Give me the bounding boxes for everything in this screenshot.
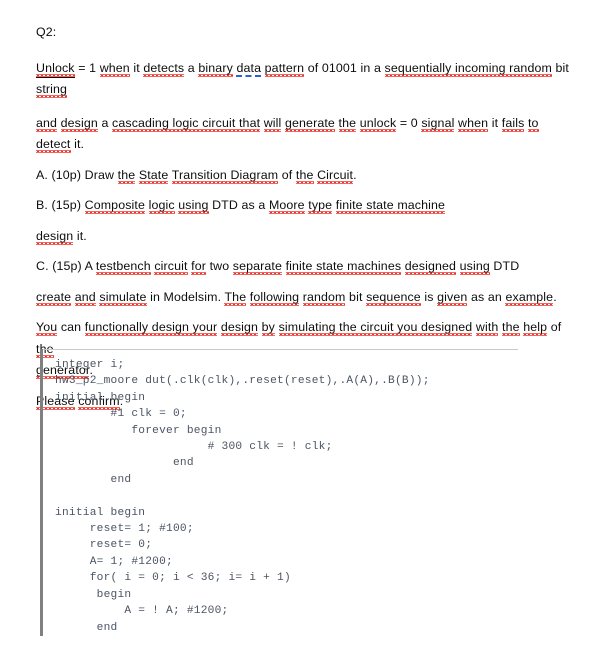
text-run: . bbox=[353, 167, 357, 182]
text-run: detects bbox=[143, 60, 185, 75]
text-run: C. (15p) A bbox=[36, 259, 96, 273]
text-run: example bbox=[505, 289, 554, 304]
text-run: binary bbox=[198, 60, 233, 75]
text-run: using bbox=[459, 259, 490, 273]
text-run: the bbox=[117, 167, 136, 182]
text-run: logic bbox=[148, 198, 175, 212]
p-create: create and simulate in Modelsim. The fol… bbox=[36, 287, 576, 309]
text-run: Moore bbox=[268, 198, 305, 212]
text-run: help bbox=[523, 320, 548, 334]
text-run: create bbox=[36, 289, 72, 304]
p-b: B. (15p) Composite logic using DTD as a … bbox=[36, 195, 576, 217]
text-run: it bbox=[488, 115, 502, 130]
text-run: and bbox=[36, 115, 58, 130]
text-run: as an bbox=[467, 289, 506, 304]
text-run: of bbox=[278, 167, 296, 182]
p-unlock: Unlock = 1 when it detects a binary data… bbox=[36, 58, 576, 80]
text-run: fails bbox=[501, 115, 525, 130]
text-run: = 1 bbox=[74, 60, 100, 75]
text-run: with bbox=[475, 320, 499, 334]
text-run: design bbox=[220, 320, 259, 334]
text-run: by bbox=[261, 320, 275, 334]
text-run: sequence bbox=[366, 289, 421, 304]
text-run: functionally design your bbox=[84, 320, 218, 334]
text-run: is bbox=[420, 289, 438, 304]
text-run: finite state machines bbox=[285, 259, 402, 273]
text-run: simulate bbox=[99, 289, 147, 304]
text-run: a bbox=[184, 60, 199, 75]
text-run: it. bbox=[73, 228, 87, 243]
text-run: type bbox=[308, 198, 333, 212]
question-label: Q2: bbox=[36, 25, 57, 39]
text-run: generate bbox=[285, 115, 335, 130]
text-run: when bbox=[458, 115, 489, 130]
text-run: DTD as a bbox=[208, 198, 269, 212]
p-c: C. (15p) A testbench circuit for two sep… bbox=[36, 256, 576, 278]
text-run: pattern bbox=[264, 60, 305, 75]
text-run: of 01001 in a bbox=[304, 60, 385, 75]
text-run: for bbox=[191, 259, 206, 273]
text-run: when bbox=[99, 60, 130, 75]
text-run: designed bbox=[404, 259, 457, 273]
text-run: sequentially incoming random bbox=[384, 60, 552, 75]
text-run: data bbox=[236, 60, 262, 77]
text-run: in Modelsim. bbox=[146, 289, 225, 304]
text-run: The bbox=[224, 289, 247, 304]
text-run: a bbox=[97, 115, 113, 130]
p-string: string bbox=[36, 79, 576, 101]
p-a: A. (10p) Draw the State Transition Diagr… bbox=[36, 165, 576, 187]
text-run: DTD bbox=[489, 259, 520, 273]
p-design-it: design it. bbox=[36, 226, 576, 248]
document-page: Q2: Unlock = 1 when it detects a binary … bbox=[0, 0, 606, 671]
text-run: the bbox=[502, 320, 520, 334]
text-run: using bbox=[178, 198, 209, 212]
text-run: to bbox=[527, 115, 539, 130]
text-run: State bbox=[138, 167, 169, 182]
text-run: You bbox=[36, 320, 58, 334]
text-run: circuit bbox=[154, 259, 188, 273]
text-run: random bbox=[302, 289, 346, 304]
text-run: simulating the circuit you designed bbox=[278, 320, 473, 334]
text-run: the bbox=[338, 115, 357, 130]
text-run: following bbox=[249, 289, 300, 304]
text-run: cascading logic circuit that bbox=[112, 115, 261, 130]
text-run: signal bbox=[421, 115, 455, 130]
text-run: design bbox=[36, 228, 74, 243]
text-run: it bbox=[129, 60, 144, 75]
text-run: unlock bbox=[359, 115, 397, 130]
text-run: Composite bbox=[84, 198, 145, 212]
text-run: Transition Diagram bbox=[171, 167, 279, 182]
text-run: string bbox=[36, 82, 68, 96]
text-run: Circuit bbox=[317, 167, 354, 182]
text-run: and bbox=[74, 289, 96, 304]
text-run: will bbox=[263, 115, 282, 130]
text-run: detect bbox=[36, 137, 71, 151]
text-run: it. bbox=[70, 137, 85, 151]
p-and-design: and design a cascading logic circuit tha… bbox=[36, 113, 576, 156]
text-run: finite state machine bbox=[335, 198, 446, 212]
text-run: . bbox=[553, 289, 557, 304]
text-run: bit bbox=[551, 60, 569, 75]
text-run: design bbox=[60, 115, 98, 130]
text-run: the bbox=[295, 167, 314, 182]
text-run: two bbox=[206, 259, 233, 273]
text-run: Unlock bbox=[36, 60, 75, 78]
text-run bbox=[335, 116, 339, 130]
text-run: A. (10p) Draw bbox=[36, 167, 118, 182]
text-run: B. (15p) bbox=[36, 198, 85, 212]
text-run: = 0 bbox=[396, 115, 422, 130]
text-run: separate bbox=[232, 259, 283, 273]
text-run: of bbox=[547, 320, 562, 334]
text-run: testbench bbox=[95, 259, 151, 273]
text-run: can bbox=[57, 320, 85, 334]
code-text[interactable]: integer i; hw3_p2_moore dut(.clk(clk),.r… bbox=[55, 349, 600, 636]
text-run: bit bbox=[345, 289, 367, 304]
text-run: given bbox=[437, 289, 468, 304]
code-block: integer i; hw3_p2_moore dut(.clk(clk),.r… bbox=[40, 349, 600, 636]
